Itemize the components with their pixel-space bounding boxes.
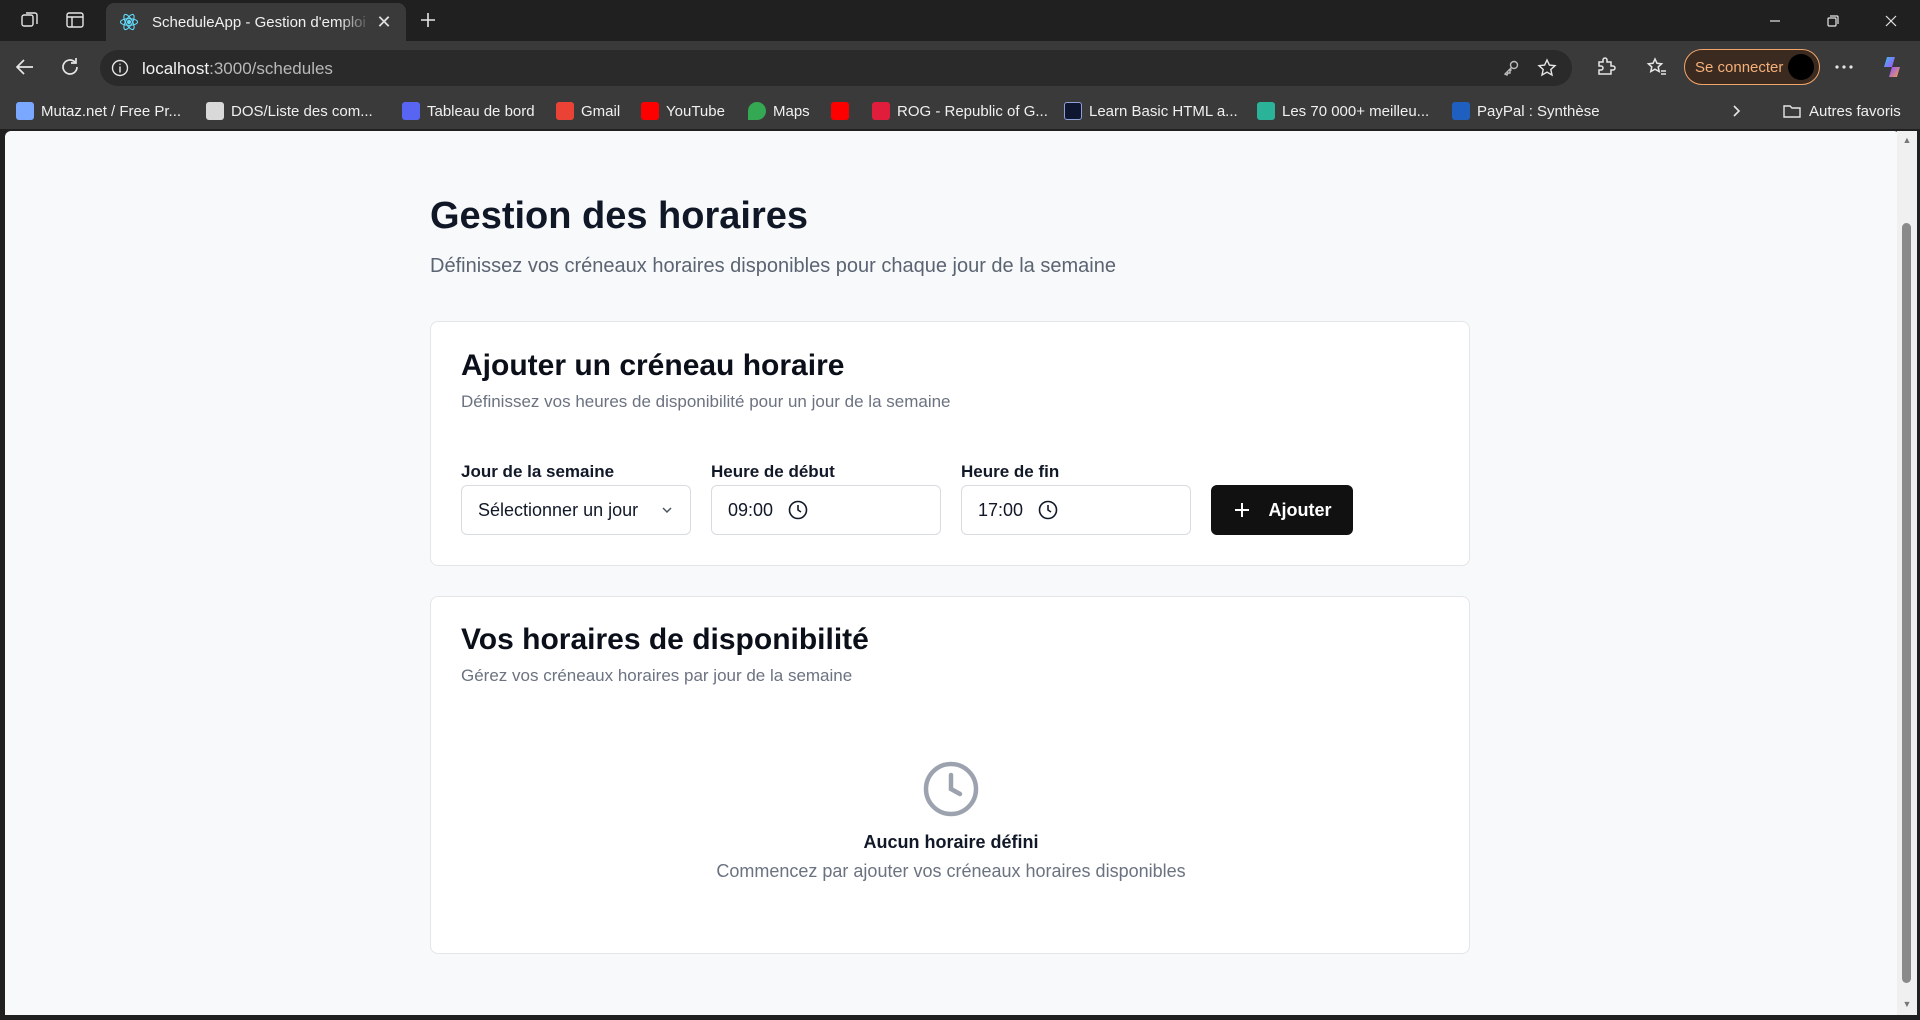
page-subtitle: Définissez vos créneaux horaires disponi… — [430, 255, 1116, 277]
scrollbar-thumb[interactable] — [1902, 223, 1911, 983]
empty-state-description: Commencez par ajouter vos créneaux horai… — [716, 861, 1186, 881]
start-time-label: Heure de début — [711, 462, 835, 481]
bookmark-item[interactable] — [831, 101, 856, 121]
bookmark-label: Les 70 000+ meilleu... — [1282, 102, 1430, 120]
key-icon[interactable] — [1500, 57, 1522, 79]
availability-title: Vos horaires de disponibilité — [461, 623, 869, 656]
url-path: :3000/schedules — [209, 59, 333, 78]
bookmark-item[interactable]: YouTube — [641, 101, 725, 121]
availability-card: Vos horaires de disponibilité Gérez vos … — [430, 596, 1470, 954]
day-label: Jour de la semaine — [461, 462, 615, 481]
bookmark-item[interactable]: DOS/Liste des com... — [206, 101, 373, 121]
bookmark-label: Mutaz.net / Free Pr... — [41, 102, 182, 120]
other-favorites-label: Autres favoris — [1809, 102, 1901, 120]
back-icon[interactable] — [11, 53, 39, 81]
workspaces-icon[interactable] — [18, 8, 42, 32]
address-bar[interactable]: localhost:3000/schedules — [100, 50, 1572, 86]
youtube-icon — [641, 102, 659, 120]
learn-html-icon — [1064, 102, 1082, 120]
bookmark-item[interactable]: ROG - Republic of G... — [872, 101, 1048, 121]
bookmark-label: PayPal : Synthèse — [1477, 102, 1600, 120]
copilot-icon[interactable] — [1878, 53, 1906, 81]
chevron-right-icon[interactable] — [1728, 101, 1744, 121]
bookmark-item[interactable]: Gmail — [556, 101, 620, 121]
site-info-icon[interactable] — [110, 58, 130, 78]
close-window-icon[interactable] — [1862, 0, 1920, 41]
bookmark-item[interactable]: Tableau de bord — [402, 101, 535, 121]
plus-icon — [1234, 503, 1249, 517]
youtube-icon — [831, 102, 849, 120]
bookmark-label: ROG - Republic of G... — [897, 102, 1048, 120]
signin-label: Se connecter — [1695, 58, 1784, 76]
signin-button[interactable]: Se connecter — [1684, 49, 1820, 85]
empty-state-title: Aucun horaire défini — [863, 832, 1039, 852]
maps-pin-icon — [748, 102, 766, 120]
rog-icon — [872, 102, 890, 120]
favorite-star-icon[interactable] — [1536, 57, 1558, 79]
avatar — [1788, 54, 1814, 80]
bookmark-item[interactable]: Learn Basic HTML a... — [1064, 101, 1238, 121]
scroll-up-icon[interactable]: ▲ — [1902, 135, 1912, 145]
bookmark-label: Learn Basic HTML a... — [1089, 102, 1238, 120]
url-text[interactable]: localhost:3000/schedules — [142, 59, 333, 79]
bookmarks-bar: Mutaz.net / Free Pr... DOS/Liste des com… — [0, 93, 1920, 129]
bookmark-label: Maps — [773, 102, 810, 120]
add-button[interactable]: Ajouter — [1211, 485, 1353, 535]
page-scrollbar[interactable]: ▲ ▼ — [1897, 131, 1917, 1015]
tab-bar: ScheduleApp - Gestion d'emploi du temps … — [0, 0, 1920, 41]
bookmark-item[interactable]: PayPal : Synthèse — [1452, 101, 1600, 121]
tab-active[interactable]: ScheduleApp - Gestion d'emploi du temps … — [106, 3, 406, 41]
tab-title: ScheduleApp - Gestion d'emploi du temps — [152, 13, 372, 31]
vertical-tabs-icon[interactable] — [63, 8, 87, 32]
start-time-input[interactable]: 09:00 — [711, 485, 941, 535]
clock-icon[interactable] — [1037, 499, 1059, 521]
bookmark-label: Tableau de bord — [427, 102, 535, 120]
new-tab-icon[interactable] — [414, 6, 442, 34]
mountain-icon — [16, 102, 34, 120]
react-icon — [118, 11, 140, 33]
start-time-value: 09:00 — [728, 499, 774, 520]
page-viewport: Gestion des horaires Définissez vos crén… — [5, 131, 1900, 1015]
bookmark-label: YouTube — [666, 102, 725, 120]
add-slot-title: Ajouter un créneau horaire — [461, 349, 845, 382]
minimize-icon[interactable] — [1746, 0, 1804, 41]
end-time-value: 17:00 — [978, 499, 1024, 520]
other-favorites[interactable]: Autres favoris — [1782, 101, 1901, 121]
gmail-icon — [556, 102, 574, 120]
restore-icon[interactable] — [1804, 0, 1862, 41]
bookmark-item[interactable]: Maps — [748, 101, 810, 121]
bookmark-item[interactable]: Les 70 000+ meilleu... — [1257, 101, 1429, 121]
reload-icon[interactable] — [56, 53, 84, 81]
paypal-icon — [1452, 102, 1470, 120]
folder-stack-icon — [206, 102, 224, 120]
empty-clock-icon — [923, 761, 979, 817]
d-letter-icon — [1257, 102, 1275, 120]
end-time-label: Heure de fin — [961, 462, 1060, 481]
page-title: Gestion des horaires — [430, 195, 809, 237]
day-select[interactable]: Sélectionner un jour — [461, 485, 691, 535]
more-options-icon[interactable] — [1830, 53, 1858, 81]
bookmark-item[interactable]: Mutaz.net / Free Pr... — [16, 101, 181, 121]
bookmark-label: DOS/Liste des com... — [231, 102, 373, 120]
chevron-down-icon — [662, 507, 672, 514]
folder-icon — [1783, 105, 1801, 118]
add-button-label: Ajouter — [1268, 499, 1332, 520]
scroll-down-icon[interactable]: ▼ — [1902, 999, 1912, 1009]
add-slot-description: Définissez vos heures de disponibilité p… — [461, 392, 951, 411]
day-select-value: Sélectionner un jour — [478, 499, 639, 520]
bookmark-label: Gmail — [581, 102, 621, 120]
close-tab-icon[interactable]: ✕ — [372, 10, 396, 34]
dashboard-icon — [402, 102, 420, 120]
clock-icon[interactable] — [787, 499, 809, 521]
browser-toolbar: localhost:3000/schedules Se connecter — [0, 41, 1920, 93]
availability-description: Gérez vos créneaux horaires par jour de … — [461, 666, 853, 685]
add-slot-card: Ajouter un créneau horaire Définissez vo… — [430, 321, 1470, 566]
end-time-input[interactable]: 17:00 — [961, 485, 1191, 535]
url-host: localhost — [142, 59, 210, 78]
extensions-icon[interactable] — [1592, 53, 1620, 81]
favorites-icon[interactable] — [1643, 53, 1671, 81]
